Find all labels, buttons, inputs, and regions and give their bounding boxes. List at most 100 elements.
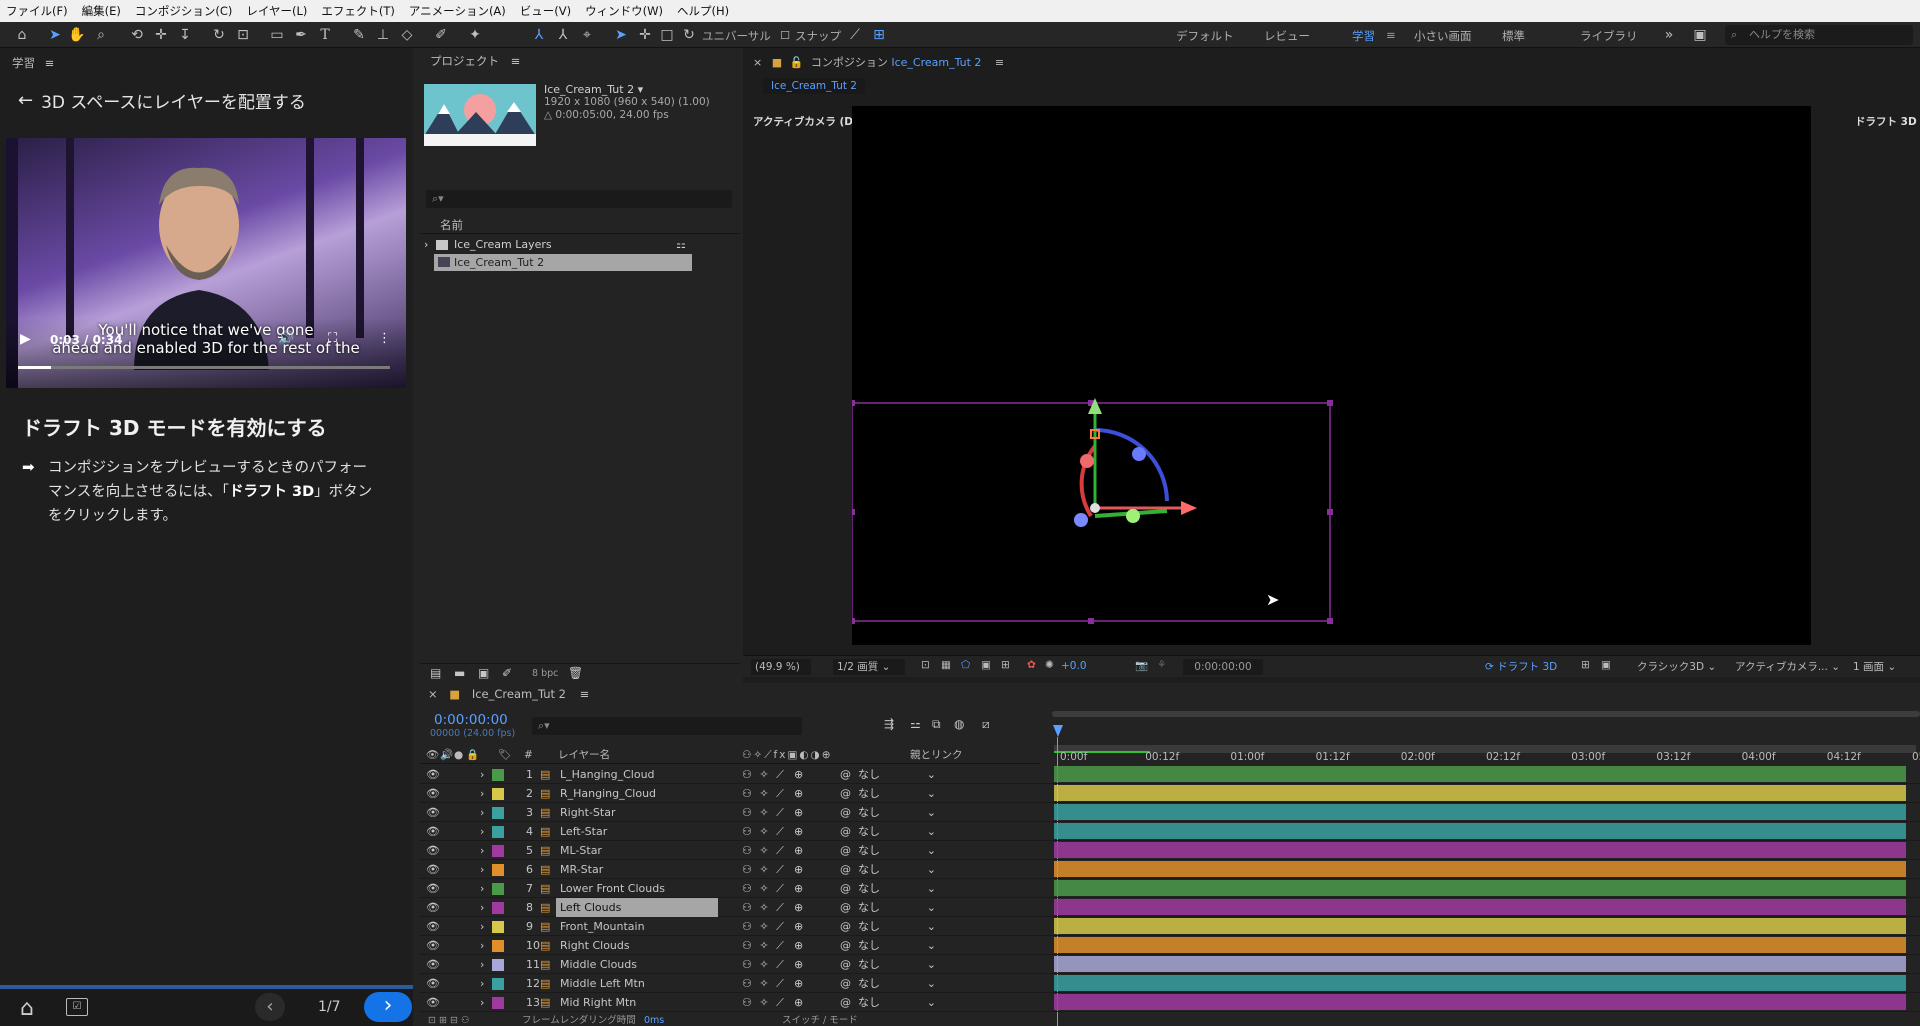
layer-row[interactable]: 👁 › 1 ▤ L_Hanging_Cloud ⚇ ✧ ⟋ ⊕ @ なし ⌄ [420,765,1920,784]
interpret-footage-icon[interactable]: ▤ [430,666,441,680]
anchor-tool-icon[interactable]: ⊡ [234,25,252,45]
next-step-button[interactable]: › [364,992,412,1022]
3d-layer-icon[interactable]: ⊕ [794,860,803,879]
motion-blur-icon[interactable]: ◍ [954,717,964,731]
layer-switches[interactable]: ⚇ ✧ ⟋ [742,765,786,784]
universal-select-icon[interactable]: ➤ [612,25,630,45]
layer-duration-bar[interactable] [1054,899,1906,915]
3d-gizmo-icon[interactable] [1067,396,1217,536]
play-icon[interactable]: ▶ [20,331,31,347]
expand-chevron-icon[interactable]: › [480,936,484,955]
switch-mode-toggle[interactable]: スイッチ / モード [782,1015,858,1026]
expand-chevron-icon[interactable]: › [480,841,484,860]
layer-row[interactable]: 👁 › 4 ▤ Left-Star ⚇ ✧ ⟋ ⊕ @ なし ⌄ [420,822,1920,841]
universal-scale-icon[interactable]: □ [658,25,676,45]
parent-dropdown[interactable]: なし ⌄ [858,803,940,822]
layer-name[interactable]: Front_Mountain [556,917,718,936]
project-name-column[interactable]: 名前 [420,216,740,234]
chevron-right-icon[interactable]: › [424,236,428,254]
pickwhip-icon[interactable]: @ [840,822,851,841]
3d-layer-icon[interactable]: ⊕ [794,993,803,1012]
comp-name[interactable]: Ice_Cream_Tut 2 ▾ [544,83,643,96]
trash-icon[interactable]: 🗑 [568,666,583,680]
layer-row[interactable]: 👁 › 5 ▤ ML-Star ⚇ ✧ ⟋ ⊕ @ なし ⌄ [420,841,1920,860]
label-color-swatch[interactable] [492,788,504,800]
layer-duration-bar[interactable] [1054,918,1906,934]
work-area-bar[interactable] [1052,711,1920,717]
expand-chevron-icon[interactable]: › [480,993,484,1012]
layer-switches[interactable]: ⚇ ✧ ⟋ [742,898,786,917]
rectangle-tool-icon[interactable]: ▭ [268,25,286,45]
layer-name-header[interactable]: レイヤー名 [558,747,610,764]
prev-step-button[interactable]: ‹ [255,993,285,1021]
pen-tool-icon[interactable]: ✒ [292,25,310,45]
3d-layer-icon[interactable]: ⊕ [794,841,803,860]
eye-icon[interactable]: 👁 [426,917,440,936]
fullscreen-icon[interactable]: ⛶ [328,331,337,346]
parent-dropdown[interactable]: なし ⌄ [858,898,940,917]
guides-icon[interactable]: ⊞ [1001,659,1010,671]
layer-duration-bar[interactable] [1054,861,1906,877]
layer-row[interactable]: 👁 › 12 ▤ Middle Left Mtn ⚇ ✧ ⟋ ⊕ @ なし ⌄ [420,974,1920,993]
panel-menu-icon[interactable]: ≡ [511,54,521,68]
label-header-icon[interactable]: 🏷 [498,747,511,764]
label-color-swatch[interactable] [492,807,504,819]
help-search-input[interactable]: ⌕ ヘルプを検索 [1725,25,1913,45]
volume-icon[interactable]: 🔊 [278,331,294,346]
expand-chevron-icon[interactable]: › [480,765,484,784]
eye-icon[interactable]: 👁 [426,955,440,974]
more-options-icon[interactable]: ⋮ [378,331,391,346]
bit-depth[interactable]: 8 bpc [532,668,558,679]
home-icon[interactable]: ⌂ [20,996,34,1021]
layer-switches[interactable]: ⚇ ✧ ⟋ [742,879,786,898]
layer-duration-bar[interactable] [1054,842,1906,858]
zoom-tool-icon[interactable]: ⌕ [92,25,110,45]
close-icon[interactable]: × [428,687,438,701]
camera-dropdown[interactable]: アクティブカメラ... ⌄ [1735,659,1840,675]
move-tool-icon[interactable]: ✛ [152,25,170,45]
home-icon[interactable]: ⌂ [12,25,32,45]
3d-layer-icon[interactable]: ⊕ [794,974,803,993]
pickwhip-icon[interactable]: @ [840,803,851,822]
layer-row[interactable]: 👁 › 2 ▤ R_Hanging_Cloud ⚇ ✧ ⟋ ⊕ @ なし ⌄ [420,784,1920,803]
workspace-menu-icon[interactable]: ▣ [1690,25,1710,45]
pickwhip-icon[interactable]: @ [840,974,851,993]
frame-blending-icon[interactable]: ⧉ [932,717,941,732]
parent-dropdown[interactable]: なし ⌄ [858,879,940,898]
layer-row[interactable]: 👁 › 11 ▤ Middle Clouds ⚇ ✧ ⟋ ⊕ @ なし ⌄ [420,955,1920,974]
universal-move-icon[interactable]: ✛ [636,25,654,45]
expand-chevron-icon[interactable]: › [480,860,484,879]
3d-layer-icon[interactable]: ⊕ [794,898,803,917]
layer-duration-bar[interactable] [1054,956,1906,972]
zoom-dropdown[interactable]: (49.9 %) ⌄ [751,659,811,689]
menu-item-8[interactable]: ヘルプ(H) [677,3,729,19]
menu-item-4[interactable]: エフェクト(T) [321,3,395,19]
eye-icon[interactable]: 👁 [426,784,440,803]
project-item-comp[interactable]: Ice_Cream_Tut 2 [434,254,692,271]
hand-tool-icon[interactable]: ✋ [68,25,86,45]
expand-chevron-icon[interactable]: › [480,955,484,974]
rotate-tool-icon[interactable]: ↻ [210,25,228,45]
label-color-swatch[interactable] [492,883,504,895]
layer-switches[interactable]: ⚇ ✧ ⟋ [742,822,786,841]
layer-name[interactable]: Right Clouds [556,936,718,955]
layer-duration-bar[interactable] [1054,823,1906,839]
layer-switches[interactable]: ⚇ ✧ ⟋ [742,803,786,822]
menu-item-6[interactable]: ビュー(V) [520,3,571,19]
project-search-input[interactable]: ⌕▾ [426,190,732,208]
draft-3d-button[interactable]: ⟳ ドラフト 3D [1485,659,1557,675]
switches-header-icon[interactable]: ⚇✧⟋fx▣◐◑⊕ [742,747,833,764]
layer-row[interactable]: 👁 › 8 ▤ Left Clouds ⚇ ✧ ⟋ ⊕ @ なし ⌄ [420,898,1920,917]
panel-menu-icon[interactable]: ≡ [995,56,1004,69]
menu-item-0[interactable]: ファイル(F) [6,3,68,19]
pickwhip-icon[interactable]: @ [840,860,851,879]
layer-name[interactable]: Left Clouds [556,898,718,917]
pickwhip-icon[interactable]: @ [840,993,851,1012]
3d-layer-icon[interactable]: ⊕ [794,765,803,784]
video-progress-bar[interactable] [18,366,390,369]
eye-icon[interactable]: 👁 [426,822,440,841]
parent-dropdown[interactable]: なし ⌄ [858,841,940,860]
layer-switches[interactable]: ⚇ ✧ ⟋ [742,841,786,860]
local-axis-icon[interactable]: ⅄ [530,25,548,45]
layer-switches[interactable]: ⚇ ✧ ⟋ [742,936,786,955]
